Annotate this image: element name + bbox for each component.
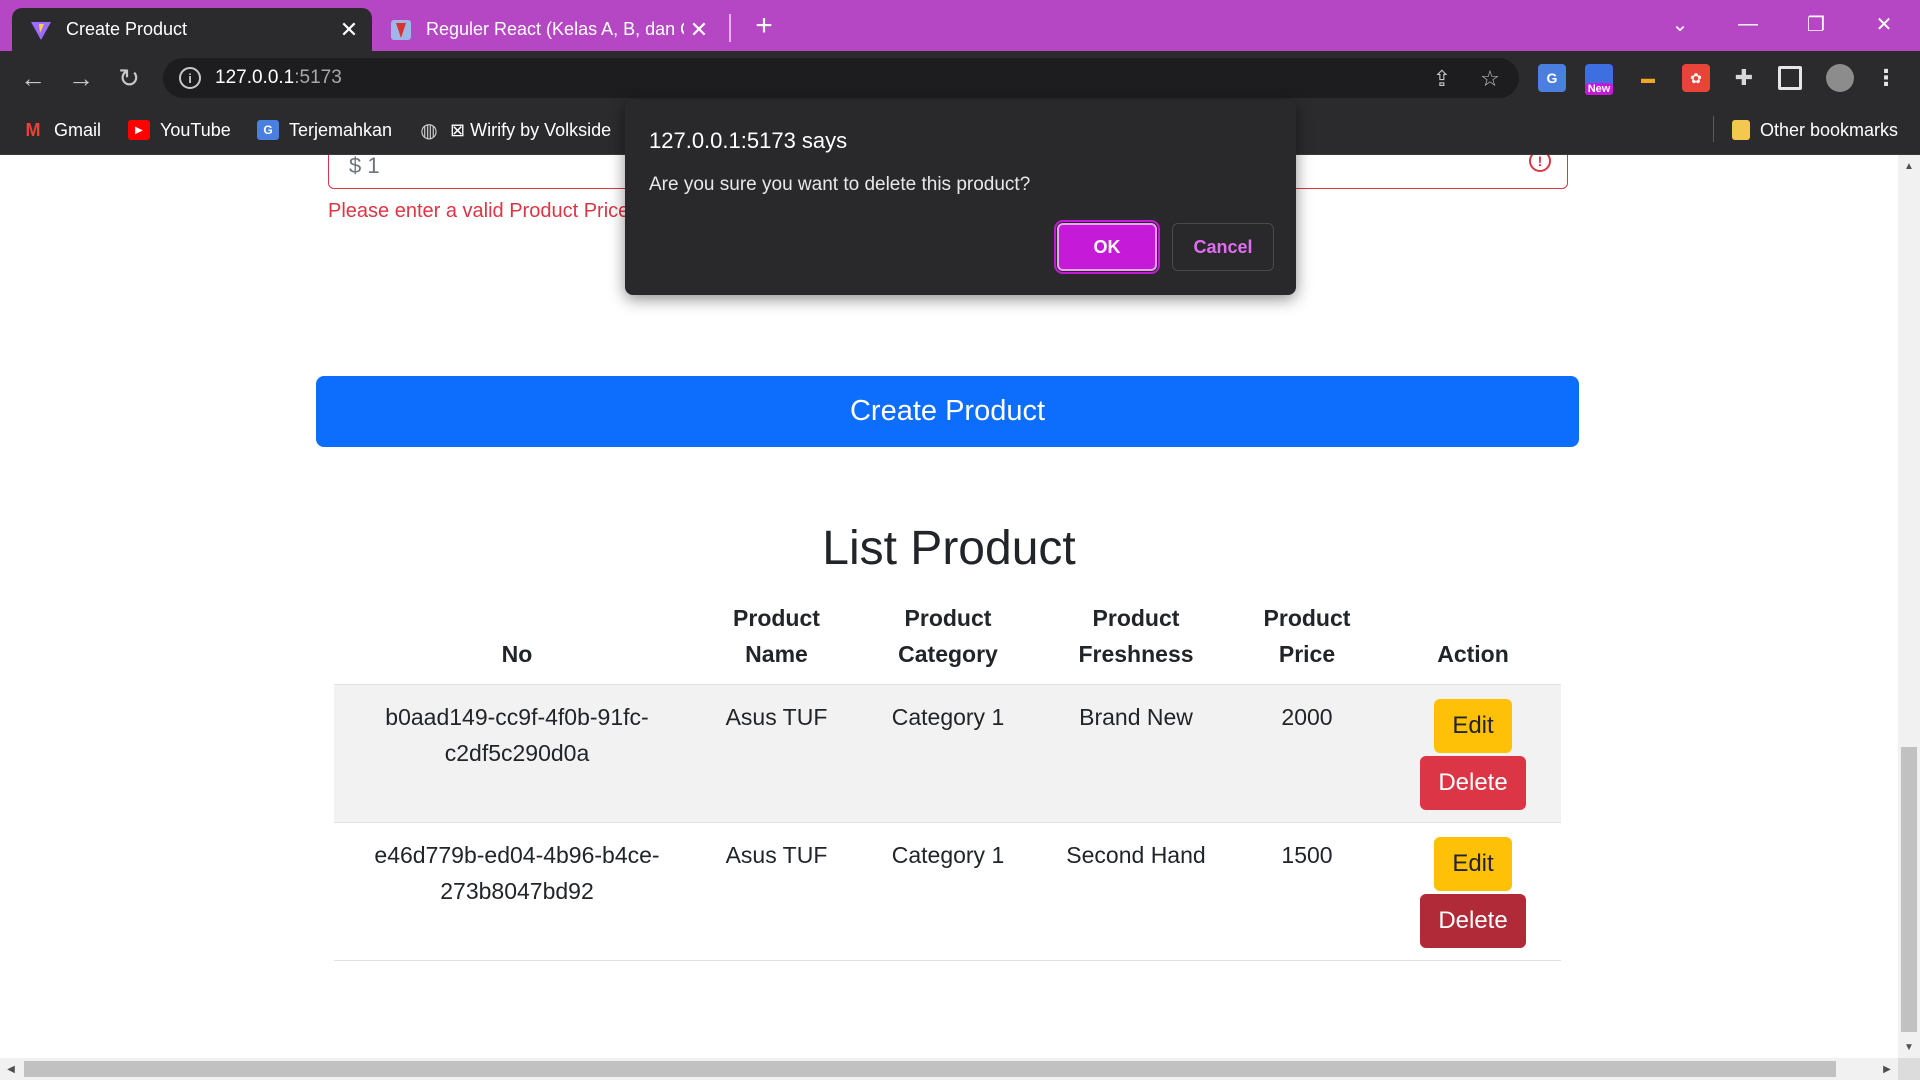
cell-product-category: Category 1: [853, 822, 1043, 961]
site-info-icon[interactable]: i: [179, 67, 201, 89]
minimize-button[interactable]: —: [1720, 6, 1776, 42]
tab-close-icon[interactable]: ✕: [684, 17, 714, 43]
edit-button[interactable]: Edit: [1434, 837, 1512, 891]
table-row: e46d779b-ed04-4b96-b4ce-273b8047bd92 Asu…: [334, 822, 1561, 961]
tab-title: Reguler React (Kelas A, B, dan C): [426, 19, 684, 39]
bookmark-wirify[interactable]: ◍ ⊠ Wirify by Volkside: [418, 117, 611, 143]
delete-button[interactable]: Delete: [1420, 756, 1526, 810]
table-header-row: No Product Name Product Category Product…: [334, 600, 1561, 685]
cell-product-category: Category 1: [853, 684, 1043, 823]
scroll-right-icon[interactable]: ▶: [1876, 1058, 1898, 1080]
scroll-up-icon[interactable]: ▲: [1898, 155, 1920, 177]
dialog-cancel-button[interactable]: Cancel: [1172, 223, 1274, 271]
table-row: b0aad149-cc9f-4f0b-91fc-c2df5c290d0a Asu…: [334, 684, 1561, 823]
forward-icon[interactable]: →: [64, 61, 98, 95]
delete-button[interactable]: Delete: [1420, 894, 1526, 948]
list-product-title: List Product: [822, 522, 1076, 575]
bookmark-gmail[interactable]: M Gmail: [22, 117, 102, 143]
course-icon: [390, 19, 412, 41]
vertical-scrollbar[interactable]: ▲ ▼: [1898, 155, 1920, 1058]
cell-product-price: 2000: [1229, 684, 1385, 823]
tab-separator: [729, 14, 731, 42]
dialog-ok-button[interactable]: OK: [1054, 220, 1160, 274]
side-panel-icon[interactable]: [1778, 66, 1802, 90]
youtube-icon: ▶: [128, 120, 150, 140]
globe-icon: ◍: [420, 119, 438, 142]
tab-create-product[interactable]: Create Product ✕: [12, 8, 372, 51]
scroll-down-icon[interactable]: ▼: [1898, 1036, 1920, 1058]
cell-action: Edit Delete: [1385, 822, 1561, 961]
address-bar[interactable]: i 127.0.0.1:5173 ⇪ ☆: [163, 58, 1519, 98]
horizontal-scrollbar[interactable]: ◀ ▶: [0, 1058, 1898, 1080]
extensions-puzzle-icon[interactable]: ✚: [1730, 64, 1758, 92]
cell-product-freshness: Second Hand: [1043, 822, 1229, 961]
bookmarks-separator: [1713, 116, 1714, 142]
invalid-warning-icon: !: [1529, 155, 1551, 172]
scrollbar-corner: [1898, 1058, 1920, 1080]
gmail-icon: M: [25, 119, 41, 140]
cell-no: b0aad149-cc9f-4f0b-91fc-c2df5c290d0a: [334, 684, 700, 823]
header-action: Action: [1385, 600, 1561, 685]
tab-close-icon[interactable]: ✕: [334, 17, 364, 43]
tab-search-icon[interactable]: ⌄: [1652, 6, 1708, 42]
other-bookmarks[interactable]: Other bookmarks: [1732, 117, 1898, 143]
vertical-scroll-thumb[interactable]: [1901, 747, 1917, 1032]
edit-button[interactable]: Edit: [1434, 699, 1512, 753]
confirm-dialog: 127.0.0.1:5173 says Are you sure you wan…: [625, 100, 1296, 295]
header-no: No: [334, 600, 700, 685]
create-product-button[interactable]: Create Product: [316, 376, 1579, 447]
cell-action: Edit Delete: [1385, 684, 1561, 823]
price-value: $ 1: [349, 155, 380, 178]
browser-toolbar: ← → ↻ i 127.0.0.1:5173 ⇪ ☆ G New ▬ ✿ ✚ ⋮: [0, 51, 1920, 105]
tab-title: Create Product: [66, 19, 188, 39]
bookmark-youtube[interactable]: ▶ YouTube: [128, 117, 231, 143]
extension-red-icon[interactable]: ✿: [1682, 64, 1710, 92]
horizontal-scroll-thumb[interactable]: [24, 1061, 1836, 1077]
folder-icon: [1732, 120, 1750, 140]
tab-strip: Create Product ✕ Reguler React (Kelas A,…: [0, 0, 1920, 51]
close-window-button[interactable]: ✕: [1856, 6, 1912, 42]
dialog-title: 127.0.0.1:5173 says: [649, 128, 848, 153]
cell-product-name: Asus TUF: [700, 684, 853, 823]
cell-product-name: Asus TUF: [700, 822, 853, 961]
header-product-freshness: Product Freshness: [1043, 600, 1229, 685]
header-product-price: Product Price: [1229, 600, 1385, 685]
header-product-name: Product Name: [700, 600, 853, 685]
scroll-left-icon[interactable]: ◀: [0, 1058, 22, 1080]
new-tab-button[interactable]: +: [748, 10, 780, 42]
tab-reguler-react[interactable]: Reguler React (Kelas A, B, dan C) ✕: [382, 8, 722, 51]
cell-no: e46d779b-ed04-4b96-b4ce-273b8047bd92: [334, 822, 700, 961]
google-translate-icon[interactable]: G: [1538, 64, 1566, 92]
vite-icon: [30, 19, 52, 41]
cell-product-freshness: Brand New: [1043, 684, 1229, 823]
reload-icon[interactable]: ↻: [112, 61, 146, 95]
profile-avatar[interactable]: [1826, 64, 1854, 92]
share-icon[interactable]: ⇪: [1430, 66, 1454, 91]
menu-dots-icon[interactable]: ⋮: [1872, 64, 1900, 92]
product-table: No Product Name Product Category Product…: [334, 600, 1561, 961]
extension-icon[interactable]: ▬: [1634, 64, 1662, 92]
new-extension-icon[interactable]: New: [1585, 64, 1613, 95]
restore-button[interactable]: ❐: [1788, 6, 1844, 42]
bookmark-terjemahkan[interactable]: G Terjemahkan: [257, 117, 392, 143]
bookmark-star-icon[interactable]: ☆: [1478, 66, 1502, 91]
url-text: 127.0.0.1:5173: [215, 67, 342, 88]
cell-product-price: 1500: [1229, 822, 1385, 961]
dialog-message: Are you sure you want to delete this pro…: [649, 174, 1031, 195]
header-product-category: Product Category: [853, 600, 1043, 685]
translate-icon: G: [257, 120, 279, 140]
price-error-message: Please enter a valid Product Price: [328, 200, 630, 222]
back-icon[interactable]: ←: [16, 61, 50, 95]
